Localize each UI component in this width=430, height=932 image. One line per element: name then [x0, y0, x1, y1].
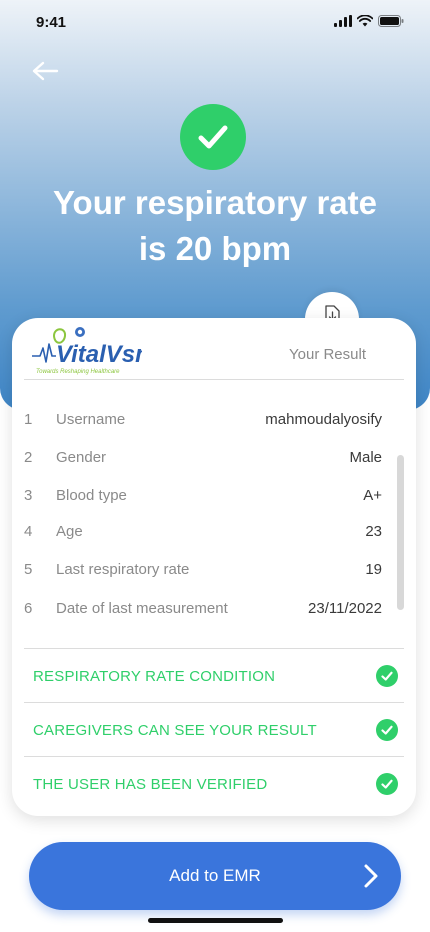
chevron-right-icon: [364, 864, 378, 888]
back-button[interactable]: [30, 58, 60, 84]
vitalvsm-logo: VitalVsm Towards Reshaping Healthcare: [32, 327, 142, 375]
info-scrollbar[interactable]: [397, 455, 404, 610]
card-divider: [24, 379, 404, 380]
info-row-last-date: 6 Date of last measurement 23/11/2022: [24, 597, 382, 619]
info-row-gender: 2 Gender Male: [24, 446, 382, 468]
success-badge: [180, 104, 246, 170]
row-label: Date of last measurement: [56, 599, 228, 617]
condition-label: RESPIRATORY RATE CONDITION: [33, 667, 276, 685]
row-number: 6: [24, 599, 33, 617]
headline-line-2: is 20 bpm: [138, 230, 292, 267]
arrow-left-icon: [32, 61, 59, 81]
row-label: Blood type: [56, 486, 127, 504]
row-value: mahmoudalyosify: [265, 410, 382, 428]
condition-divider: [24, 702, 404, 703]
row-label: Gender: [56, 448, 107, 466]
row-value: 23/11/2022: [308, 599, 382, 617]
row-label: Username: [56, 410, 126, 428]
row-label: Age: [56, 522, 83, 540]
row-value: 19: [365, 560, 382, 578]
row-value: A+: [363, 486, 382, 504]
info-row-blood-type: 3 Blood type A+: [24, 484, 382, 506]
wifi-icon: [357, 15, 373, 27]
info-row-last-rate: 5 Last respiratory rate 19: [24, 558, 382, 580]
condition-user-verified: THE USER HAS BEEN VERIFIED: [33, 772, 398, 796]
condition-label: CAREGIVERS CAN SEE YOUR RESULT: [33, 721, 317, 739]
your-result-label: Your Result: [289, 346, 366, 363]
check-icon: [376, 665, 398, 687]
add-to-emr-button[interactable]: Add to EMR: [29, 842, 401, 910]
info-row-age: 4 Age 23: [24, 520, 382, 542]
row-label: Last respiratory rate: [56, 560, 190, 578]
row-value: 23: [365, 522, 382, 540]
condition-caregivers: CAREGIVERS CAN SEE YOUR RESULT: [33, 718, 398, 742]
row-value: Male: [349, 448, 382, 466]
headline-line-1: Your respiratory rate: [52, 184, 377, 221]
signal-icon: [334, 15, 352, 27]
check-circle-icon: [198, 125, 228, 149]
check-icon: [376, 773, 398, 795]
svg-text:VitalVsm: VitalVsm: [56, 341, 142, 368]
condition-divider: [24, 756, 404, 757]
row-number: 3: [24, 486, 33, 504]
row-number: 2: [24, 448, 33, 466]
condition-divider: [24, 648, 404, 649]
check-icon: [376, 719, 398, 741]
info-row-username: 1 Username mahmoudalyosify: [24, 408, 382, 430]
battery-icon: [378, 15, 404, 27]
home-indicator[interactable]: [148, 918, 283, 923]
add-to-emr-label: Add to EMR: [169, 866, 261, 885]
row-number: 5: [24, 560, 33, 578]
row-number: 4: [24, 522, 33, 540]
svg-text:Towards Reshaping Healthcare: Towards Reshaping Healthcare: [36, 369, 120, 375]
condition-respiratory-rate: RESPIRATORY RATE CONDITION: [33, 664, 398, 688]
condition-label: THE USER HAS BEEN VERIFIED: [33, 775, 268, 793]
status-time: 9:41: [36, 14, 67, 31]
result-headline: Your respiratory rate is 20 bpm: [0, 180, 430, 272]
row-number: 1: [24, 410, 33, 428]
status-icons: [334, 15, 404, 27]
